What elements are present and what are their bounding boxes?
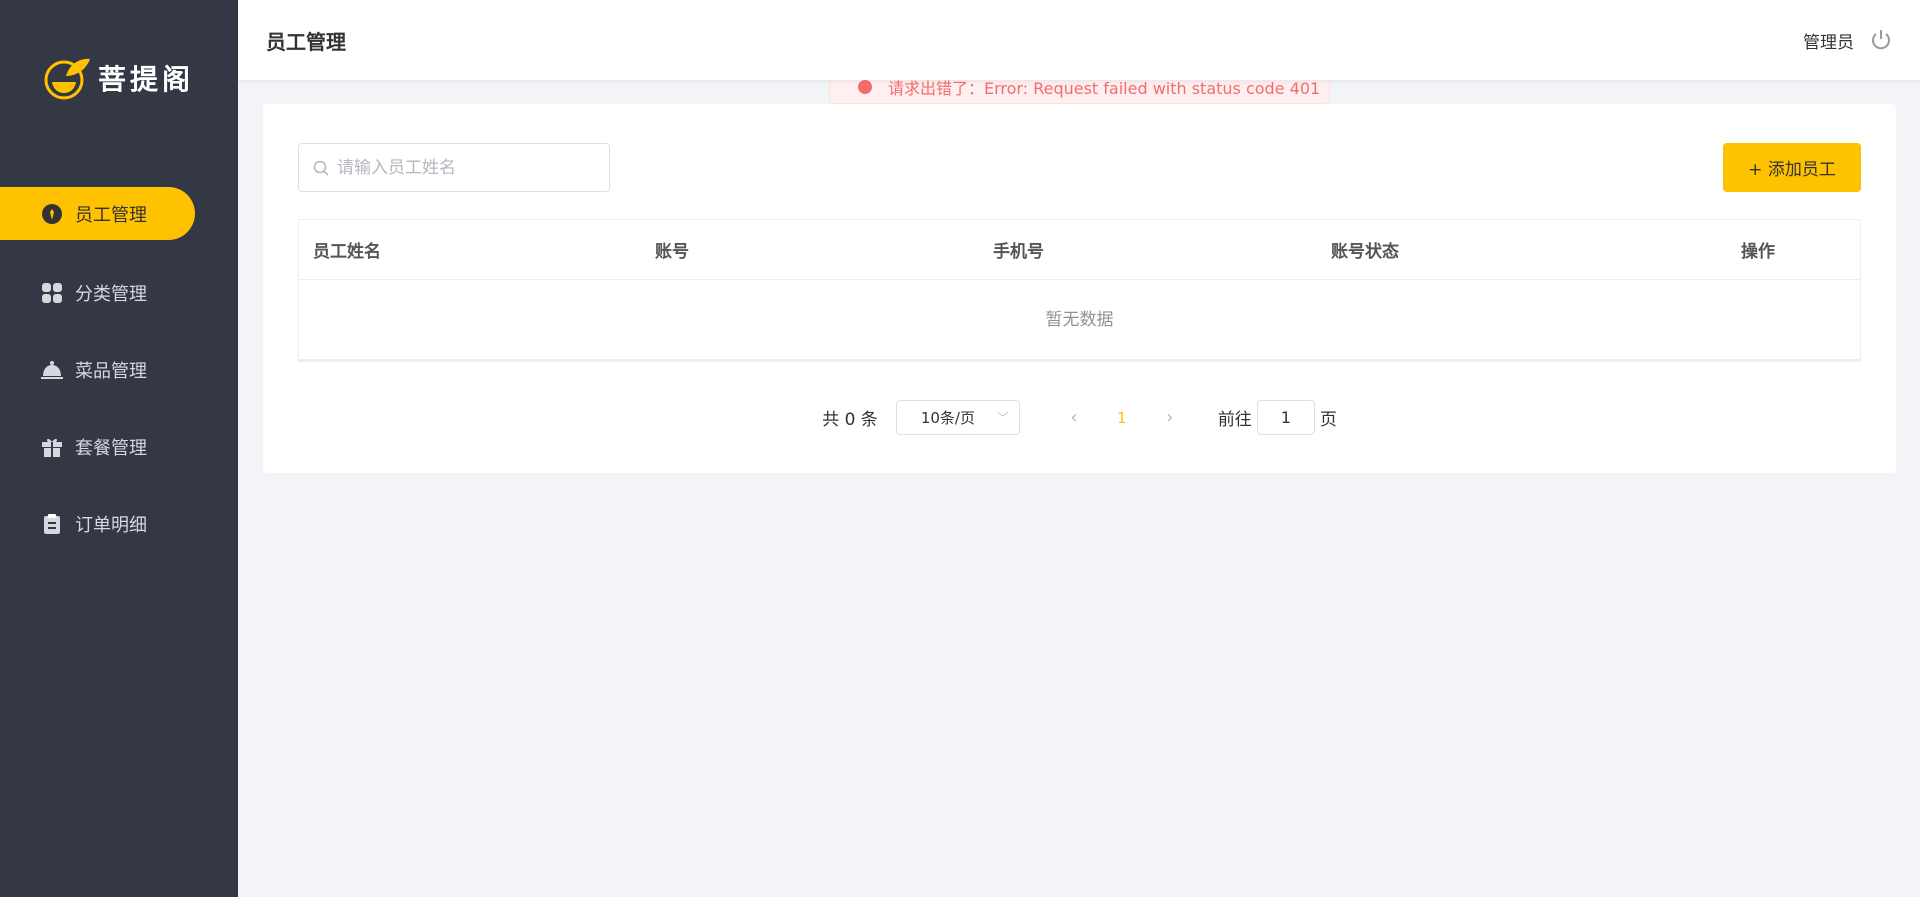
brand-name: 菩提阁 xyxy=(98,63,195,96)
gift-icon xyxy=(41,436,63,458)
logo: 菩提阁 xyxy=(44,56,194,100)
page-size-value: 10条/页 xyxy=(920,409,975,427)
sidebar-item-categories[interactable]: 分类管理 xyxy=(0,266,195,319)
sidebar-item-employees[interactable]: 员工管理 xyxy=(0,187,195,240)
employee-table: 员工姓名 账号 手机号 账号状态 操作 暂无数据 xyxy=(298,219,1861,362)
employee-icon xyxy=(41,203,63,225)
search-input[interactable] xyxy=(337,157,597,178)
employee-card: + 添加员工 员工姓名 账号 手机号 账号状态 操作 暂无数据 共 0 条 10… xyxy=(263,104,1896,473)
goto-suffix: 页 xyxy=(1319,410,1337,430)
sidebar-item-label: 套餐管理 xyxy=(75,437,147,459)
search-box[interactable] xyxy=(298,143,610,192)
column-header: 员工姓名 xyxy=(313,242,381,262)
dish-icon xyxy=(41,359,63,381)
header: 员工管理 管理员 xyxy=(238,0,1920,80)
search-icon xyxy=(313,160,329,176)
goto-page-input[interactable] xyxy=(1256,400,1315,435)
page-size-select[interactable]: 10条/页 ﹀ xyxy=(895,400,1020,435)
category-icon xyxy=(41,282,63,304)
sidebar-item-label: 员工管理 xyxy=(75,204,147,226)
chevron-down-icon: ﹀ xyxy=(996,411,1009,425)
sidebar-item-label: 订单明细 xyxy=(75,514,147,536)
column-header: 账号状态 xyxy=(1331,242,1399,262)
pagination: 共 0 条 10条/页 ﹀ ‹ 1 › 前往 页 xyxy=(263,400,1896,435)
page-number[interactable]: 1 xyxy=(1098,409,1146,427)
sidebar-item-label: 分类管理 xyxy=(75,283,147,305)
next-page-button[interactable]: › xyxy=(1146,407,1194,428)
sidebar: 菩提阁 员工管理 分类管理 菜品管理 套餐管理 订单明细 xyxy=(0,0,238,897)
column-header: 操作 xyxy=(1741,242,1775,262)
column-header: 账号 xyxy=(655,242,689,262)
sidebar-item-label: 菜品管理 xyxy=(75,360,147,382)
prev-page-button[interactable]: ‹ xyxy=(1050,407,1098,428)
sidebar-item-dishes[interactable]: 菜品管理 xyxy=(0,343,195,396)
clipboard-icon xyxy=(41,513,63,535)
sidebar-item-combos[interactable]: 套餐管理 xyxy=(0,420,195,473)
table-header: 员工姓名 账号 手机号 账号状态 操作 xyxy=(299,220,1860,280)
column-header: 手机号 xyxy=(993,242,1044,262)
sidebar-item-orders[interactable]: 订单明细 xyxy=(0,497,195,550)
goto-label: 前往 xyxy=(1217,410,1252,430)
user-name: 管理员 xyxy=(1803,32,1854,53)
add-employee-button[interactable]: + 添加员工 xyxy=(1723,143,1861,192)
logo-icon xyxy=(44,58,90,100)
page-title: 员工管理 xyxy=(266,29,346,54)
total-count: 共 0 条 xyxy=(822,410,878,430)
power-icon[interactable] xyxy=(1870,29,1892,51)
empty-text: 暂无数据 xyxy=(1045,310,1114,330)
error-icon xyxy=(858,80,872,94)
